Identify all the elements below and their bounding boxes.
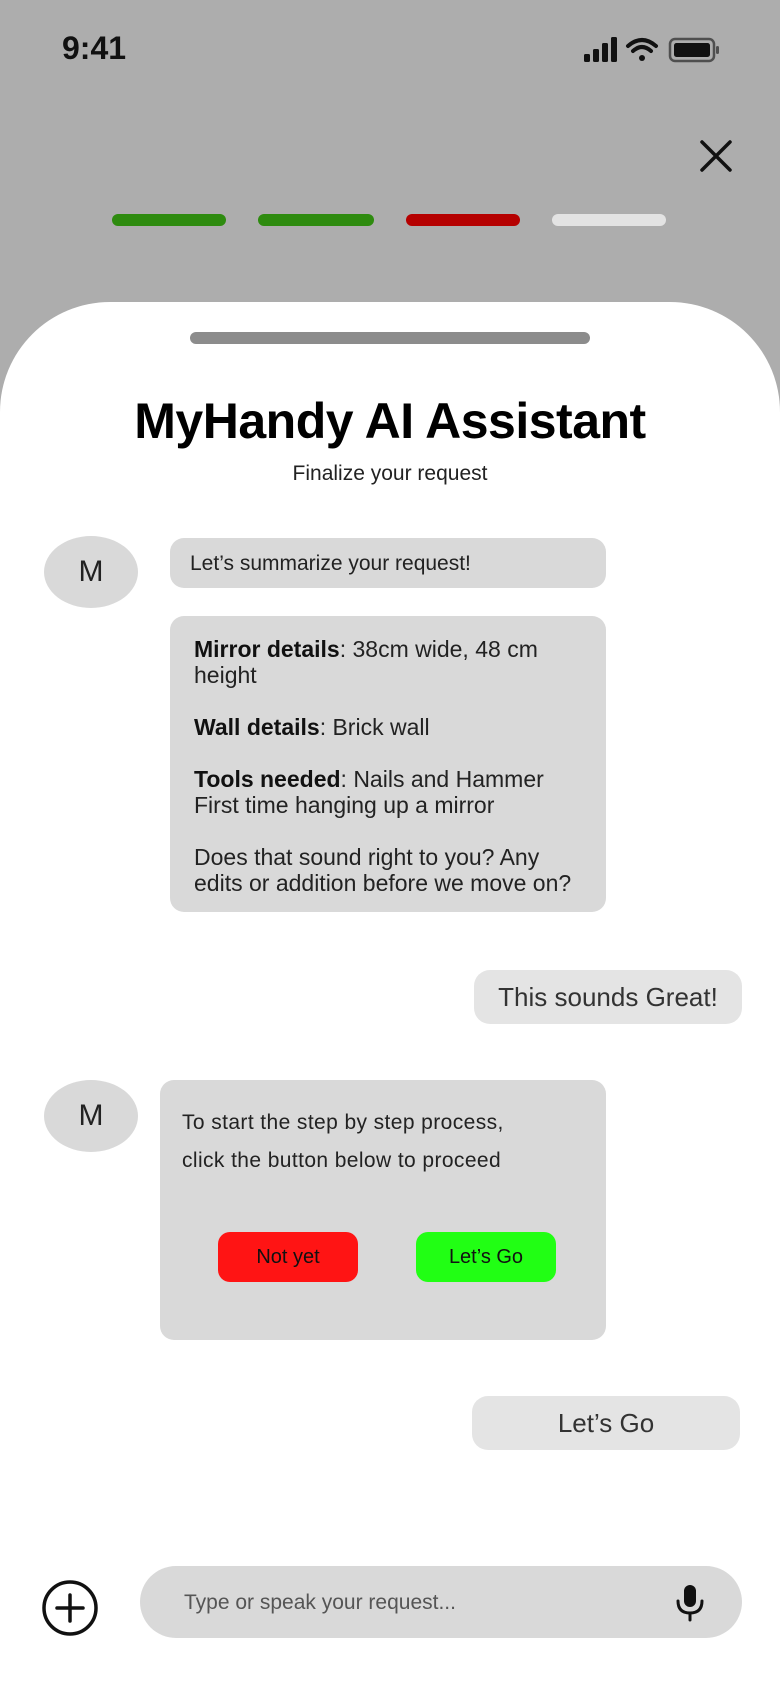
progress-step-1 [112, 214, 226, 226]
assistant-message-summary: Mirror details: 38cm wide, 48 cm height … [170, 616, 606, 912]
close-icon [700, 140, 732, 172]
mirror-label: Mirror details [194, 636, 340, 662]
progress-step-3 [406, 214, 520, 226]
status-icons [584, 37, 719, 63]
assistant-message-intro: Let’s summarize your request! [170, 538, 606, 588]
add-attachment-button[interactable] [40, 1578, 100, 1638]
tools-note: First time hanging up a mirror [194, 792, 495, 818]
wall-label: Wall details [194, 714, 320, 740]
progress-step-4 [552, 214, 666, 226]
progress-step-2 [258, 214, 374, 226]
tools-label: Tools needed [194, 766, 341, 792]
assistant-message-action: To start the step by step process, click… [160, 1080, 606, 1340]
status-time: 9:41 [62, 30, 127, 66]
sheet-handle[interactable] [190, 332, 590, 344]
lets-go-button[interactable]: Let’s Go [416, 1232, 556, 1282]
user-message-lets-go: Let’s Go [472, 1396, 740, 1450]
plus-circle-icon [42, 1580, 98, 1636]
battery-icon [668, 37, 719, 63]
composer [140, 1566, 742, 1640]
page-title: MyHandy AI Assistant [134, 393, 646, 449]
tools-value: : Nails and Hammer [340, 766, 544, 792]
request-input[interactable] [182, 1566, 646, 1640]
wifi-icon [626, 38, 658, 61]
summary-wall: Wall details: Brick wall [194, 714, 582, 740]
not-yet-button[interactable]: Not yet [218, 1232, 358, 1282]
summary-question: Does that sound right to you? Any edits … [194, 844, 572, 896]
microphone-icon [676, 1585, 704, 1622]
action-prompt-line-2: click the button below to proceed [182, 1149, 502, 1172]
assistant-avatar: M [44, 536, 138, 608]
summary-tools: Tools needed: Nails and Hammer First time… [194, 766, 582, 818]
close-button[interactable] [696, 136, 736, 176]
chat-sheet: MyHandy AI Assistant Finalize your reque… [0, 302, 780, 1688]
voice-input-button[interactable] [670, 1582, 710, 1622]
action-prompt-line-1: To start the step by step process, [182, 1111, 504, 1134]
avatar-letter: M [78, 555, 104, 588]
signal-icon [584, 37, 617, 62]
page-subtitle: Finalize your request [292, 462, 488, 485]
wall-value: : Brick wall [319, 714, 430, 740]
user-message-confirm: This sounds Great! [474, 970, 742, 1024]
avatar-letter: M [78, 1099, 104, 1132]
summary-mirror: Mirror details: 38cm wide, 48 cm height [194, 636, 582, 688]
assistant-avatar: M [44, 1080, 138, 1152]
status-bar: 9:41 [0, 0, 780, 100]
